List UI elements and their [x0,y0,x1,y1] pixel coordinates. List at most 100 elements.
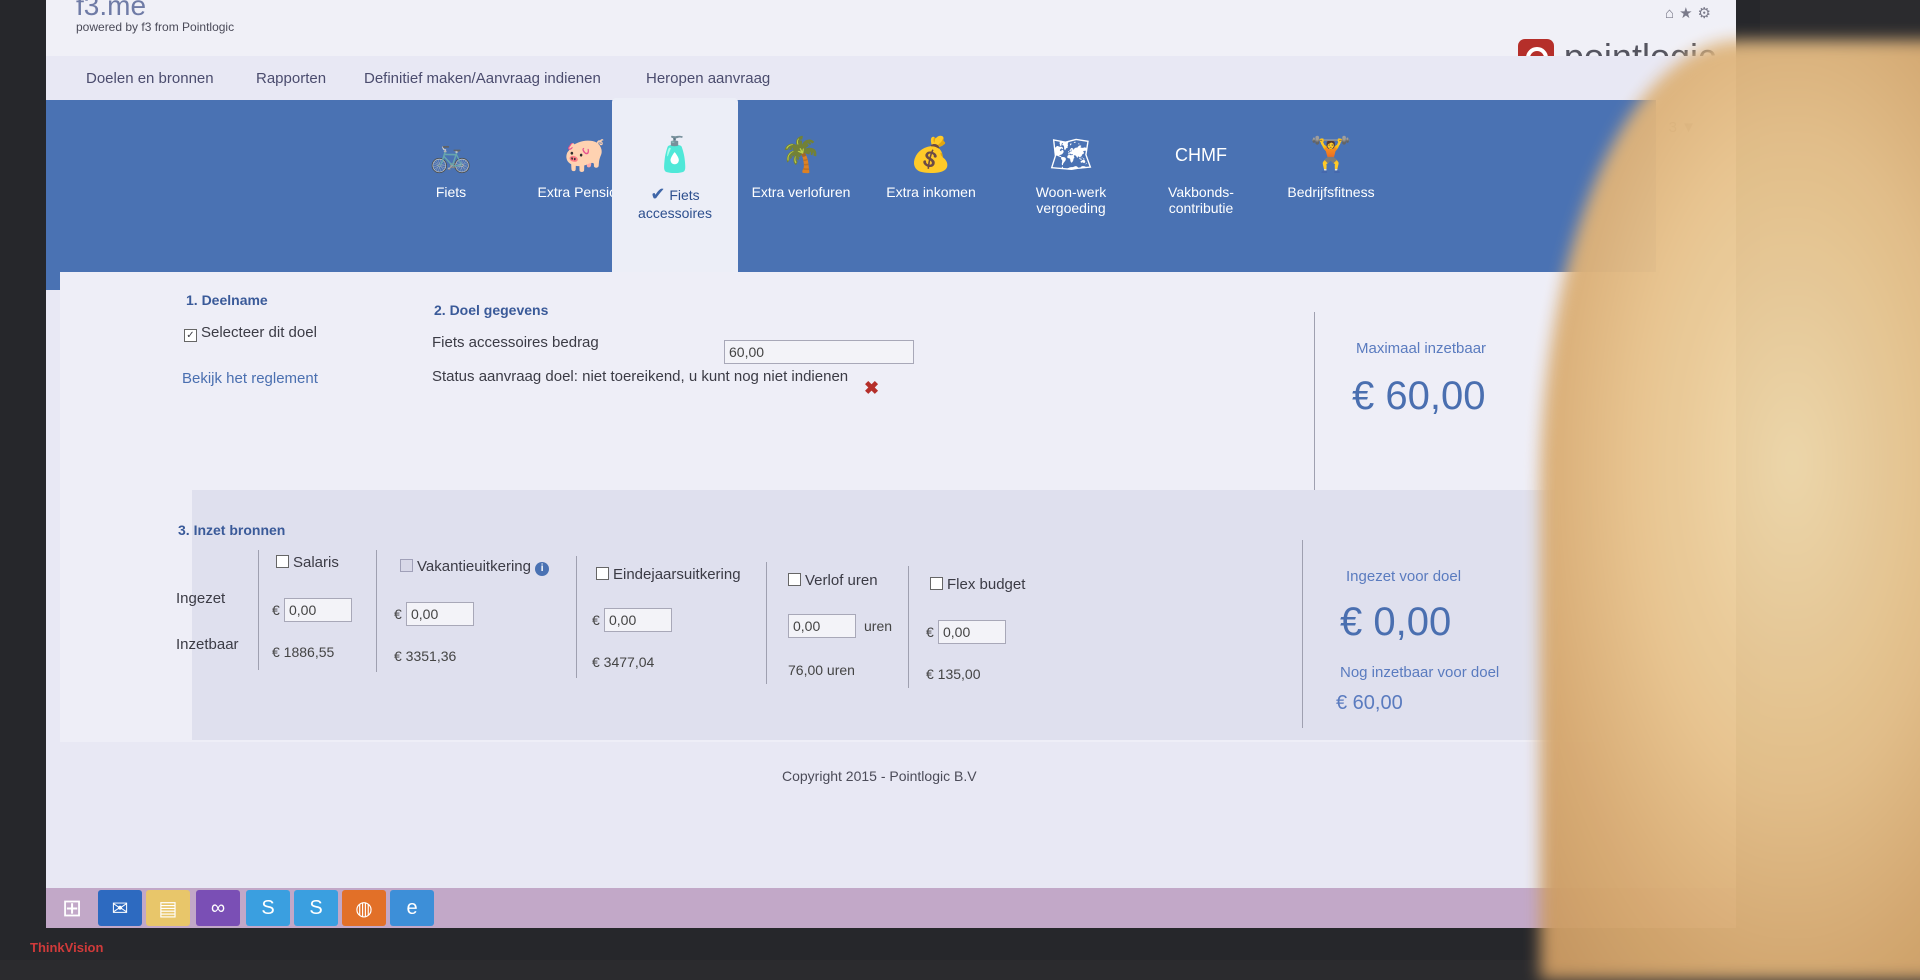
visual-studio-icon[interactable]: ∞ [196,890,240,926]
nog-value: € 60,00 [1336,692,1403,714]
info-icon[interactable]: i [535,562,550,576]
nav-rapporten[interactable]: Rapporten [256,70,326,87]
euro-sign: € [272,602,280,618]
max-label: Maximaal inzetbaar [1356,340,1487,357]
euro-sign: € [394,606,402,622]
weightlifter-icon: 🏋 [1309,136,1353,174]
checkbox-checked-icon[interactable]: ✓ [184,329,197,342]
tab-label: Vakbonds- contributie [1168,184,1234,216]
bottle-bike-icon: 🧴 [653,136,697,174]
check-icon: ✔ [650,184,666,204]
app-name: f3.me [76,0,147,21]
ingezet-value: € 0,00 [1340,600,1452,644]
amount-input[interactable] [724,340,914,364]
doel-heading: 2. Doel gegevens [434,302,549,318]
windows-taskbar: ⊞ ✉ ▤ ∞ S S ◍ e [46,888,1736,928]
select-goal-checkbox[interactable]: ✓ Selecteer dit doel [184,324,317,342]
checkbox-icon[interactable] [276,555,289,568]
tab-label: Extra inkomen [886,184,976,200]
goal-tabs-band: 🚲 Fiets 🐖 Extra Pensioen 🧴 ✔ Fiets acces… [46,98,1656,290]
monitor-brand: ThinkVision [30,940,104,955]
nav-definitief-maken[interactable]: Definitief maken/Aanvraag indienen [364,70,601,87]
tab-label: Woon-werk vergoeding [1035,184,1107,216]
eindejaars-available: € 3477,04 [592,654,655,670]
tab-bedrijfsfitness[interactable]: 🏋 Bedrijfsfitness [1266,126,1396,200]
nav-heropen-aanvraag[interactable]: Heropen aanvraag [646,70,770,87]
skype-icon[interactable]: S [246,890,290,926]
cross-icon: ✖ [864,378,880,398]
divider [576,556,577,678]
union-logos-icon: CHMF [1175,145,1227,165]
verlof-input[interactable] [788,614,856,638]
tab-label: Bedrijfsfitness [1287,184,1375,200]
firefox-icon[interactable]: ◍ [342,890,386,926]
skype-business-icon[interactable]: S [294,890,338,926]
checkbox-icon[interactable] [930,577,943,590]
source-eindejaarsuitkering[interactable]: Eindejaarsuitkering [596,566,741,583]
tab-fiets[interactable]: 🚲 Fiets [386,126,516,200]
copyright: Copyright 2015 - Pointlogic B.V [782,768,977,784]
home-icon[interactable]: ⌂ [1665,5,1679,22]
file-explorer-icon[interactable]: ▤ [146,890,190,926]
eindejaars-input[interactable] [604,608,672,632]
inzet-heading: 3. Inzet bronnen [178,522,286,538]
reglement-link[interactable]: Bekijk het reglement [182,370,318,387]
source-name: Verlof uren [805,572,878,589]
verlof-available: 76,00 uren [788,662,855,678]
ingezet-label: Ingezet voor doel [1346,568,1462,585]
row-ingezet-label: Ingezet [176,590,226,607]
windows-start-icon[interactable]: ⊞ [50,890,94,926]
tab-label: Extra verlofuren [751,184,851,200]
screen: f3.me powered by f3 from Pointlogic ⌂★⚙ … [46,0,1736,928]
checkbox-label: Selecteer dit doel [201,324,317,341]
max-value: € 60,00 [1352,374,1486,418]
blurred-person-foreground [1540,40,1920,980]
source-name: Vakantieuitkering [417,558,531,575]
source-verlof-uren[interactable]: Verlof uren [788,572,878,589]
source-name: Flex budget [947,576,1026,593]
checkbox-icon[interactable] [596,567,609,580]
source-flex-budget[interactable]: Flex budget [930,576,1025,593]
euro-sign: € [592,612,600,628]
app-header: f3.me powered by f3 from Pointlogic ⌂★⚙ … [46,0,1736,77]
top-icons: ⌂★⚙ [1665,4,1716,22]
nav-doelen-en-bronnen[interactable]: Doelen en bronnen [86,70,214,87]
nog-label: Nog inzetbaar voor doel [1340,664,1500,681]
divider [908,566,909,688]
tab-label: Fiets accessoires [638,187,712,221]
flex-input[interactable] [938,620,1006,644]
checkbox-icon[interactable] [788,573,801,586]
divider [1314,312,1315,502]
status-text: Status aanvraag doel: niet toereikend, u… [432,368,849,385]
amount-label: Fiets accessoires bedrag [432,334,599,351]
source-name: Eindejaarsuitkering [613,566,741,583]
vakantie-available: € 3351,36 [394,648,457,664]
star-icon[interactable]: ★ [1679,5,1697,22]
uren-unit: uren [864,618,893,634]
outlook-icon[interactable]: ✉ [98,890,142,926]
vakantie-input[interactable] [406,602,474,626]
divider [766,562,767,684]
source-name: Salaris [293,554,339,571]
tab-extra-inkomen[interactable]: 💰 Extra inkomen [866,126,996,200]
gear-icon[interactable]: ⚙ [1698,5,1716,22]
tab-woon-werk[interactable]: 🗺 Woon-werk vergoeding [1006,126,1136,216]
divider [376,550,377,672]
source-vakantieuitkering[interactable]: Vakantieuitkering i [400,558,550,576]
money-bag-icon: 💰 [909,136,953,174]
salaris-input[interactable] [284,598,352,622]
salaris-available: € 1886,55 [272,644,335,660]
deelname-heading: 1. Deelname [186,292,268,308]
row-inzetbaar-label: Inzetbaar [176,636,239,653]
main-nav: Doelen en bronnen Rapporten Definitief m… [46,56,1736,102]
tab-vakbonds-contributie[interactable]: CHMF Vakbonds- contributie [1136,126,1266,216]
tab-fiets-accessoires[interactable]: 🧴 ✔ Fiets accessoires [612,98,738,284]
divider [258,550,259,670]
divider [1302,540,1303,728]
flex-available: € 135,00 [926,666,981,682]
source-salaris[interactable]: Salaris [276,554,339,571]
checkbox-icon[interactable] [400,559,413,572]
internet-explorer-icon[interactable]: e [390,890,434,926]
tab-extra-verlofuren[interactable]: 🌴 Extra verlofuren [736,126,866,200]
powered-by: powered by f3 from Pointlogic [76,20,235,34]
